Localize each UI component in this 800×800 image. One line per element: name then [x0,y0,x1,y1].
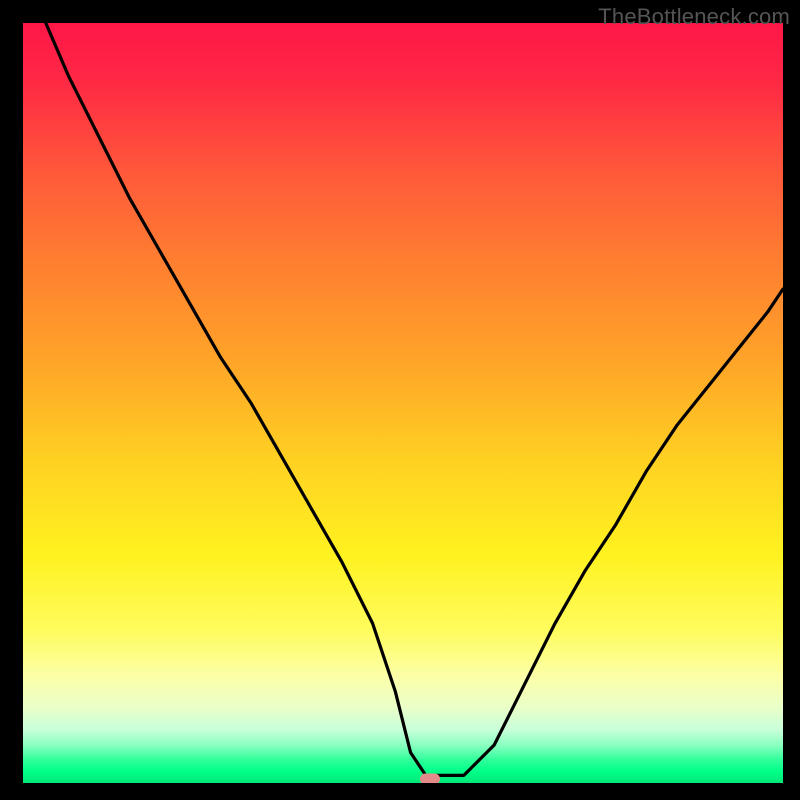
optimal-point-marker [420,774,440,783]
watermark-label: TheBottleneck.com [598,4,790,30]
chart-plot-area [23,23,783,783]
bottleneck-curve [23,23,783,783]
